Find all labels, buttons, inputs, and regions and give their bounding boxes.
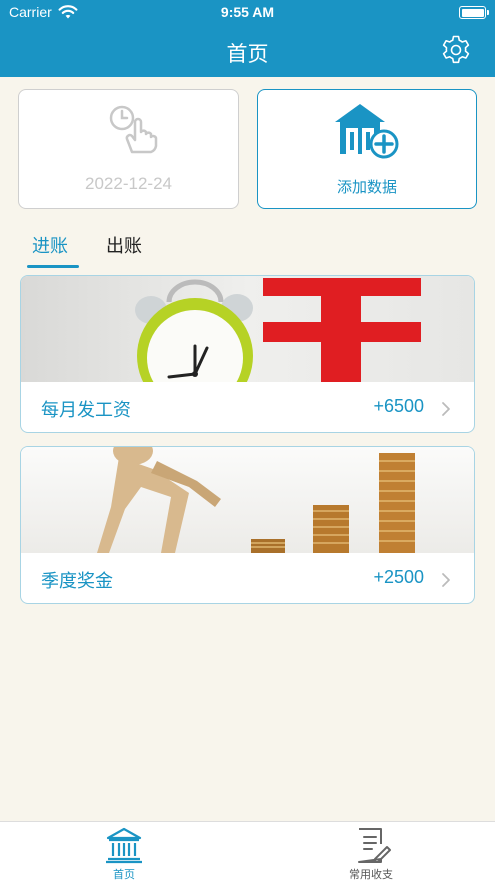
status-time: 9:55 AM (220, 4, 275, 20)
tab-expense[interactable]: 出账 (106, 232, 142, 258)
chevron-right-icon (442, 573, 450, 587)
alarm-clock-image (21, 276, 474, 382)
list-item[interactable]: 季度奖金 +2500 (20, 446, 475, 604)
house-add-icon (335, 104, 399, 159)
settings-gear-icon[interactable] (440, 34, 472, 66)
item-amount: +6500 (373, 396, 424, 416)
selected-date: 2022-12-24 (85, 174, 172, 193)
clock-hand-icon (109, 105, 158, 154)
tab-income[interactable]: 进账 (32, 232, 68, 258)
add-data-button[interactable]: 添加数据 (257, 89, 477, 209)
header-bar: Carrier 9:55 AM 首页 (0, 0, 495, 77)
document-edit-icon (358, 828, 391, 863)
item-name: 季度奖金 (41, 571, 113, 592)
bank-icon (106, 827, 142, 864)
page-title: 首页 (226, 42, 269, 66)
tabbar-item-common[interactable]: 常用收支 (311, 822, 431, 881)
tabbar-label-common: 常用收支 (349, 868, 393, 881)
date-picker-card[interactable]: 2022-12-24 (18, 89, 239, 209)
tabbar-item-home[interactable]: 首页 (64, 822, 184, 881)
list-item[interactable]: 每月发工资 +6500 (20, 275, 475, 433)
bottom-tab-bar: 首页 常用收支 (0, 821, 495, 881)
status-bar: Carrier 9:55 AM (0, 0, 495, 26)
add-data-label: 添加数据 (336, 178, 397, 196)
active-tab-indicator (27, 265, 79, 268)
coins-mannequin-image (21, 447, 474, 553)
item-name: 每月发工资 (41, 400, 131, 421)
chevron-right-icon (442, 402, 450, 416)
tabbar-label-home: 首页 (113, 868, 135, 881)
battery-icon (459, 6, 489, 19)
item-amount: +2500 (373, 567, 424, 587)
